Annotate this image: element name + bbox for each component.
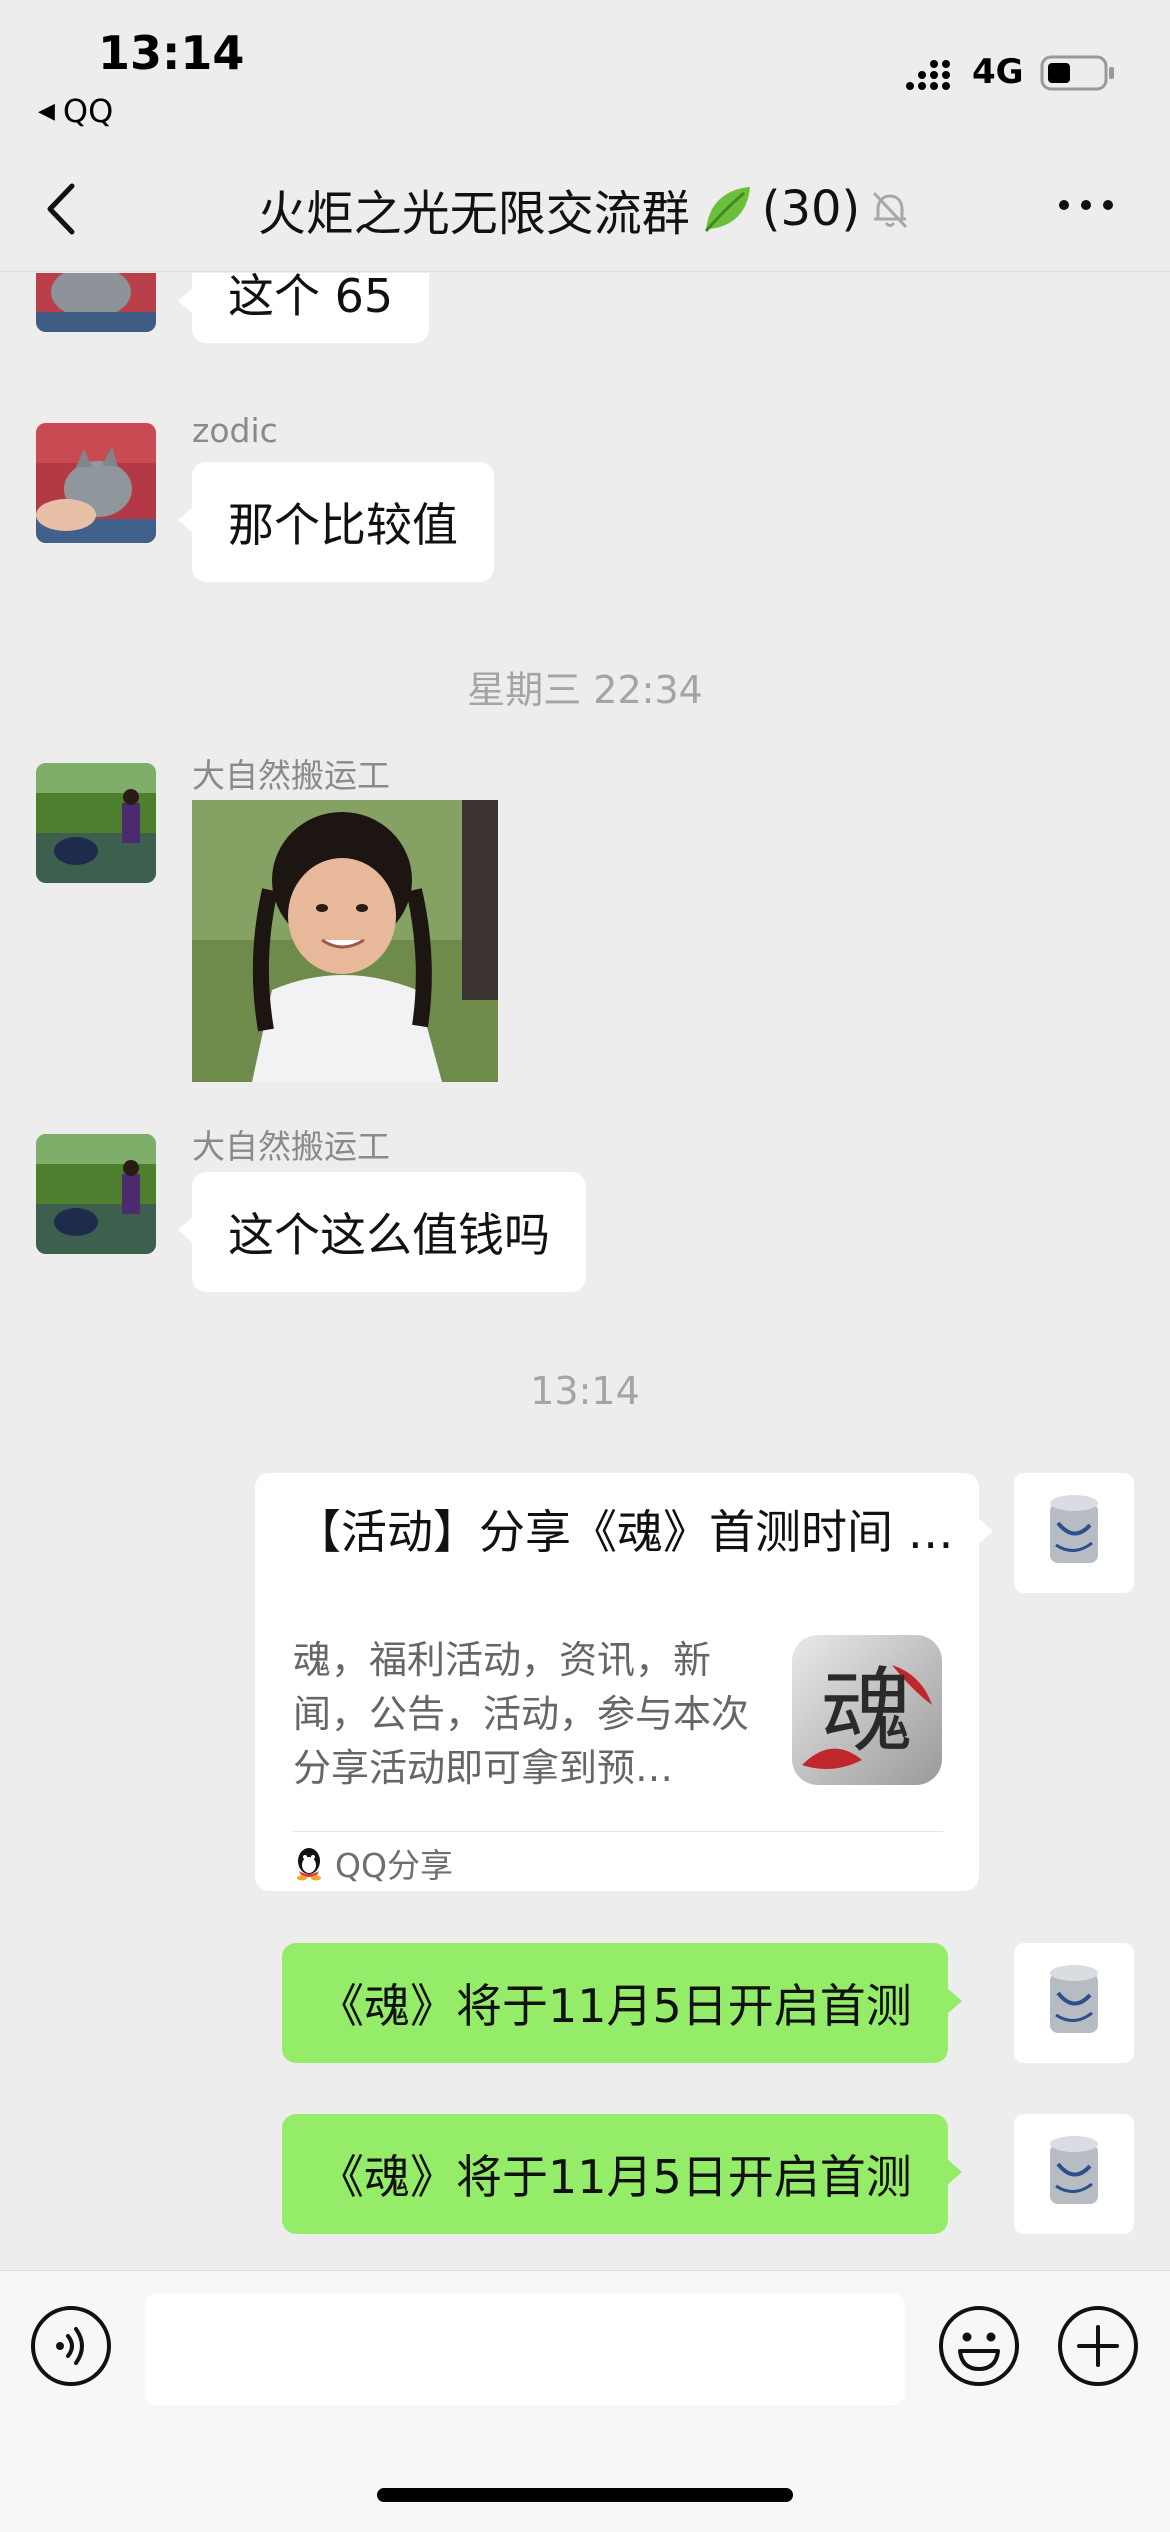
emoji-icon[interactable] [938, 2305, 1020, 2387]
sender-name: 大自然搬运工 [192, 756, 390, 795]
mute-bell-icon [873, 191, 908, 229]
member-count: (30) [761, 181, 861, 237]
message-text: 《魂》将于11月5日开启首测 [318, 2150, 912, 2204]
message-text: 这个 65 [228, 273, 394, 323]
message-text: 《魂》将于11月5日开启首测 [318, 1979, 912, 2033]
share-card-source: QQ分享 [293, 1841, 453, 1885]
share-source-label: QQ分享 [335, 1846, 453, 1885]
qq-penguin-icon [297, 1848, 321, 1881]
network-type: 4G [972, 52, 1024, 92]
sender-name: zodic [192, 411, 278, 450]
home-indicator[interactable] [377, 2488, 793, 2502]
timestamp: 星期三 22:34 [467, 668, 703, 712]
timestamp: 13:14 [530, 1369, 640, 1413]
leaf-emoji-icon [704, 187, 750, 232]
message-text: 这个这么值钱吗 [228, 1208, 550, 1262]
share-link-card[interactable]: 【活动】分享《魂》首测时间 … 魂，福利活动，资讯，新闻，公告，活动，参与本次分… [255, 1473, 993, 1891]
message-bubble[interactable]: 这个 65 [177, 273, 430, 343]
message-bubble[interactable]: 那个比较值 [178, 462, 494, 582]
avatar-cat[interactable] [36, 273, 156, 332]
back-app-label: QQ [62, 92, 114, 130]
share-card-thumbnail: 魂 [792, 1635, 942, 1785]
avatar-cat[interactable] [36, 423, 156, 543]
more-options-icon[interactable] [1054, 190, 1118, 220]
signal-icon [906, 60, 950, 90]
message-bubble[interactable]: 这个这么值钱吗 [178, 1172, 586, 1292]
add-attachment-icon[interactable] [1057, 2305, 1139, 2387]
back-triangle-icon: ◀ [38, 98, 55, 124]
share-card-title: 【活动】分享《魂》首测时间 … [295, 1505, 954, 1559]
back-arrow-icon[interactable] [36, 176, 86, 242]
thumbnail-glyph: 魂 [821, 1658, 913, 1765]
avatar-landscape[interactable] [36, 763, 156, 883]
share-card-description: 魂，福利活动，资讯，新闻，公告，活动，参与本次分享活动即可拿到预… [293, 1638, 750, 1790]
sent-message-bubble[interactable]: 《魂》将于11月5日开启首测 [282, 2114, 962, 2234]
message-text: 那个比较值 [228, 498, 458, 552]
group-name: 火炬之光无限交流群 [257, 186, 690, 242]
shared-photo[interactable] [192, 800, 498, 1082]
avatar-self[interactable] [1014, 1943, 1134, 2063]
battery-icon [1040, 55, 1114, 91]
voice-input-icon[interactable] [30, 2305, 112, 2387]
chat-title: 火炬之光无限交流群 (30) [180, 174, 990, 244]
sender-name: 大自然搬运工 [192, 1127, 390, 1166]
avatar-self[interactable] [1014, 2114, 1134, 2234]
back-to-app-link[interactable]: ◀ QQ [38, 92, 113, 130]
chat-message-list[interactable]: 这个 65 zodic 那个比较值 星期三 22:34 大自然搬运工 大自然搬运… [0, 273, 1170, 2273]
status-bar: 13:14 ◀ QQ 4G [0, 0, 1170, 150]
avatar-landscape[interactable] [36, 1134, 156, 1254]
avatar-self[interactable] [1014, 1473, 1134, 1593]
status-time: 13:14 [98, 26, 245, 80]
nav-bar: 火炬之光无限交流群 (30) [0, 150, 1170, 272]
share-card-divider [293, 1831, 943, 1832]
message-input[interactable] [145, 2293, 905, 2405]
sent-message-bubble[interactable]: 《魂》将于11月5日开启首测 [282, 1943, 962, 2063]
